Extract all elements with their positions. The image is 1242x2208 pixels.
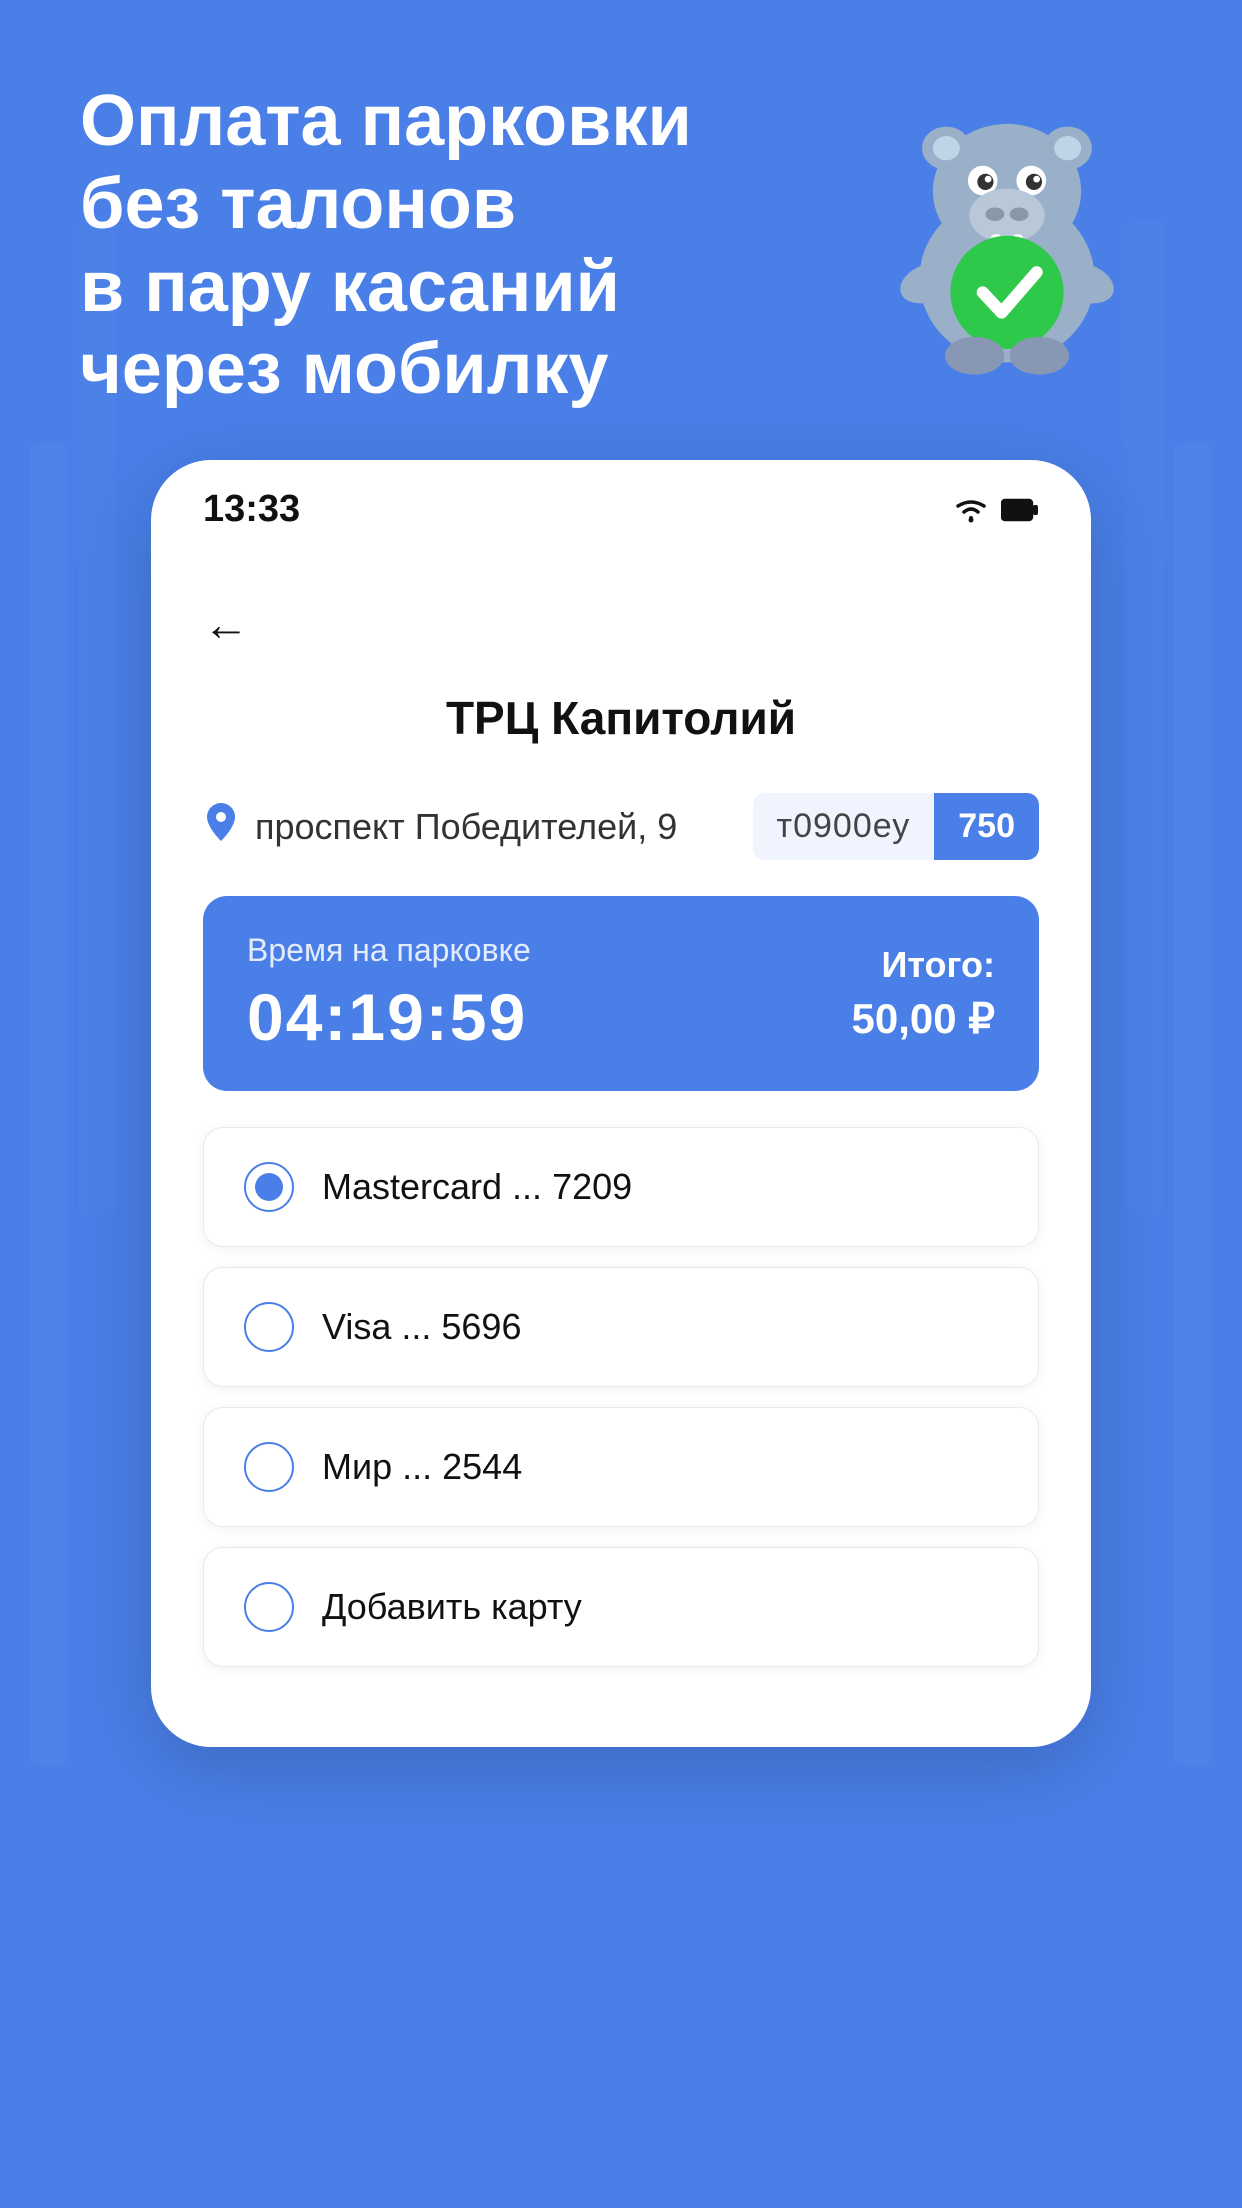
payment-option-4[interactable]: Добавить карту xyxy=(203,1547,1039,1667)
back-button[interactable]: ← xyxy=(203,597,1039,651)
total-label: Итого: xyxy=(852,944,996,986)
card-label-4: Добавить карту xyxy=(322,1586,582,1628)
payment-options-list: Mastercard ... 7209 Visa ... 5696 Мир ... … xyxy=(203,1127,1039,1667)
headline: Оплата парковки без талонов в пару касан… xyxy=(80,80,692,411)
address-text: проспект Победителей, 9 xyxy=(255,806,677,848)
plate-zone: 750 xyxy=(934,793,1039,860)
plate-container: т0900еу 750 xyxy=(753,793,1039,860)
location-icon xyxy=(203,801,239,853)
hippo-mascot xyxy=(852,70,1162,380)
top-section: Оплата парковки без талонов в пару касан… xyxy=(0,0,1242,471)
headline-line1: Оплата парковки xyxy=(80,80,692,163)
radio-btn-3 xyxy=(244,1442,294,1492)
total-amount: 50,00 ₽ xyxy=(852,994,996,1043)
payment-option-3[interactable]: Мир ... 2544 xyxy=(203,1407,1039,1527)
status-icons xyxy=(953,496,1039,524)
card-label-1: Mastercard ... 7209 xyxy=(322,1166,632,1208)
status-bar: 13:33 xyxy=(151,460,1091,541)
status-time: 13:33 xyxy=(203,488,300,531)
timer-left: Время на парковке 04:19:59 xyxy=(247,932,531,1055)
phone-mockup: 13:33 ← ТРЦ Капитолий xyxy=(151,460,1091,1747)
headline-line4: через мобилку xyxy=(80,328,692,411)
battery-icon xyxy=(1001,496,1039,524)
headline-line3: в пару касаний xyxy=(80,246,692,329)
payment-option-1[interactable]: Mastercard ... 7209 xyxy=(203,1127,1039,1247)
timer-card: Время на парковке 04:19:59 Итого: 50,00 … xyxy=(203,896,1039,1091)
phone-content: ← ТРЦ Капитолий проспект Победителей, 9 … xyxy=(151,541,1091,1747)
address-left: проспект Победителей, 9 xyxy=(203,801,677,853)
card-label-3: Мир ... 2544 xyxy=(322,1446,522,1488)
radio-btn-1 xyxy=(244,1162,294,1212)
timer-right: Итого: 50,00 ₽ xyxy=(852,944,996,1043)
timer-value: 04:19:59 xyxy=(247,979,531,1055)
card-label-2: Visa ... 5696 xyxy=(322,1306,521,1348)
radio-btn-4 xyxy=(244,1582,294,1632)
address-row: проспект Победителей, 9 т0900еу 750 xyxy=(203,793,1039,860)
payment-option-2[interactable]: Visa ... 5696 xyxy=(203,1267,1039,1387)
timer-label: Время на парковке xyxy=(247,932,531,969)
back-arrow-icon: ← xyxy=(203,598,249,650)
headline-line2: без талонов xyxy=(80,163,692,246)
wifi-icon xyxy=(953,496,989,524)
radio-btn-2 xyxy=(244,1302,294,1352)
screen-title: ТРЦ Капитолий xyxy=(203,691,1039,745)
plate-number: т0900еу xyxy=(753,793,935,860)
